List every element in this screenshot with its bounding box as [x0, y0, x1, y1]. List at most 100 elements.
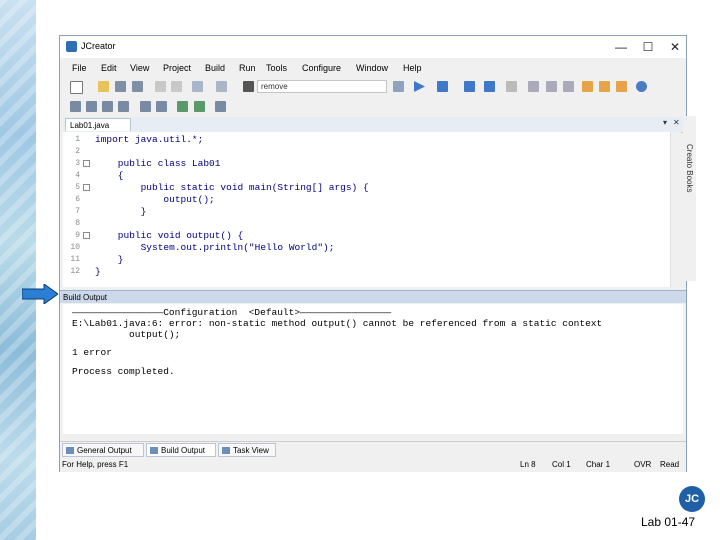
uncomment-icon[interactable] — [118, 101, 129, 112]
code-text: import java.util.*; — [95, 134, 204, 145]
undo-icon[interactable] — [192, 81, 203, 92]
app-icon — [66, 41, 77, 52]
help-icon[interactable] — [636, 81, 647, 92]
tile-icon[interactable] — [599, 81, 610, 92]
code-line: 5 public static void main(String[] args)… — [63, 182, 663, 194]
status-char: Char 1 — [586, 460, 611, 469]
toggle-comment-icon[interactable] — [86, 101, 97, 112]
status-line: Ln 8 — [520, 460, 536, 469]
back-icon[interactable] — [528, 81, 539, 92]
output-line: ————————————————Configuration <Default>—… — [72, 307, 392, 318]
line-number: 7 — [75, 207, 80, 216]
code-text: public class Lab01 — [95, 158, 221, 169]
fold-toggle-icon[interactable] — [83, 232, 90, 239]
code-text: } — [95, 206, 147, 217]
new-file-icon[interactable] — [70, 81, 83, 94]
menu-configure[interactable]: Configure — [302, 63, 341, 73]
line-number: 8 — [75, 219, 80, 228]
menu-project[interactable]: Project — [163, 63, 191, 73]
comment-icon[interactable] — [102, 101, 113, 112]
side-panel-label[interactable]: Creato Books — [685, 144, 694, 192]
tab-close-icon[interactable]: ✕ — [673, 118, 680, 127]
tab-task-view[interactable]: Task View — [218, 443, 276, 457]
tab-lab01-java[interactable]: Lab01.java — [65, 118, 131, 131]
task-view-icon — [222, 447, 230, 454]
build-icon[interactable] — [464, 81, 475, 92]
tab-build-output[interactable]: Build Output — [146, 443, 216, 457]
editor-scrollbar[interactable] — [670, 132, 681, 287]
code-text: { — [95, 170, 124, 181]
code-editor[interactable]: 1 import java.util.*; 2 3 public class Lab0… — [63, 132, 681, 287]
menu-view[interactable]: View — [130, 63, 149, 73]
close-button[interactable]: ✕ — [660, 38, 690, 56]
window-icon[interactable] — [582, 81, 593, 92]
tool-icon[interactable] — [506, 81, 517, 92]
save-icon[interactable] — [115, 81, 126, 92]
title-bar: JCreator — ☐ ✕ — [60, 36, 686, 58]
menu-build[interactable]: Build — [205, 63, 225, 73]
code-line: 11 } — [63, 254, 663, 266]
menu-help[interactable]: Help — [403, 63, 422, 73]
code-line: 12} — [63, 266, 663, 278]
forward-icon[interactable] — [546, 81, 557, 92]
menu-file[interactable]: File — [72, 63, 87, 73]
increase-indent-icon[interactable] — [140, 101, 151, 112]
editor-tab-bar: Lab01.java ▾ ✕ — [63, 117, 683, 133]
step-icon[interactable] — [484, 81, 495, 92]
output-line: output(); — [72, 329, 181, 340]
save-all-icon[interactable] — [132, 81, 143, 92]
fold-toggle-icon[interactable] — [83, 184, 90, 191]
redo-icon[interactable] — [216, 81, 227, 92]
build-output-panel: ————————————————Configuration <Default>—… — [63, 304, 683, 442]
code-line: 6 output(); — [63, 194, 663, 206]
tab-menu-icon[interactable]: ▾ — [663, 118, 667, 127]
code-text: public static void main(String[] args) { — [95, 182, 369, 193]
find-icon[interactable] — [243, 81, 254, 92]
search-combo[interactable]: remove — [257, 80, 387, 93]
copy-icon[interactable] — [171, 81, 182, 92]
indent-icon[interactable] — [70, 101, 81, 112]
cascade-icon[interactable] — [616, 81, 627, 92]
fold-toggle-icon[interactable] — [83, 160, 90, 167]
cut-icon[interactable] — [155, 81, 166, 92]
menu-tools[interactable]: Tools — [266, 63, 287, 73]
maximize-button[interactable]: ☐ — [633, 38, 663, 56]
line-number: 9 — [75, 231, 80, 240]
build-output-icon — [150, 447, 158, 454]
code-text: System.out.println("Hello World"); — [95, 242, 335, 253]
tab-label: Task View — [233, 446, 269, 455]
output-line: E:\Lab01.java:6: error: non-static metho… — [72, 318, 603, 329]
status-read: Read — [660, 460, 680, 469]
code-text: } — [95, 266, 101, 277]
menu-bar: File Edit View Project Build Run Tools C… — [60, 60, 686, 76]
bottom-tab-bar: General Output Build Output Task View — [60, 441, 686, 458]
run-icon[interactable] — [414, 81, 425, 92]
minimize-button[interactable]: — — [606, 38, 636, 56]
list-icon[interactable] — [215, 101, 226, 112]
code-line: 10 System.out.println("Hello World"); — [63, 242, 663, 254]
unformat-icon[interactable] — [194, 101, 205, 112]
status-help: For Help, press F1 — [62, 460, 129, 469]
line-number: 5 — [75, 183, 80, 192]
status-ovr: OVR — [634, 460, 652, 469]
code-line: 3 public class Lab01 — [63, 158, 663, 170]
code-text: } — [95, 254, 124, 265]
decrease-indent-icon[interactable] — [156, 101, 167, 112]
debug-icon[interactable] — [437, 81, 448, 92]
bookmark-icon[interactable] — [563, 81, 574, 92]
line-number: 10 — [70, 243, 80, 252]
slide-page-number: Lab 01-47 — [641, 515, 696, 529]
output-icon — [66, 447, 74, 454]
code-line: 2 — [63, 146, 663, 158]
tab-label: Build Output — [161, 446, 206, 455]
build-output-title: Build Output — [60, 290, 686, 303]
menu-edit[interactable]: Edit — [101, 63, 117, 73]
code-line: 7 } — [63, 206, 663, 218]
line-number: 2 — [75, 147, 80, 156]
tab-general-output[interactable]: General Output — [62, 443, 144, 457]
format-icon[interactable] — [177, 101, 188, 112]
find-in-files-icon[interactable] — [393, 81, 404, 92]
menu-run[interactable]: Run — [239, 63, 256, 73]
open-folder-icon[interactable] — [98, 81, 109, 92]
menu-window[interactable]: Window — [356, 63, 388, 73]
